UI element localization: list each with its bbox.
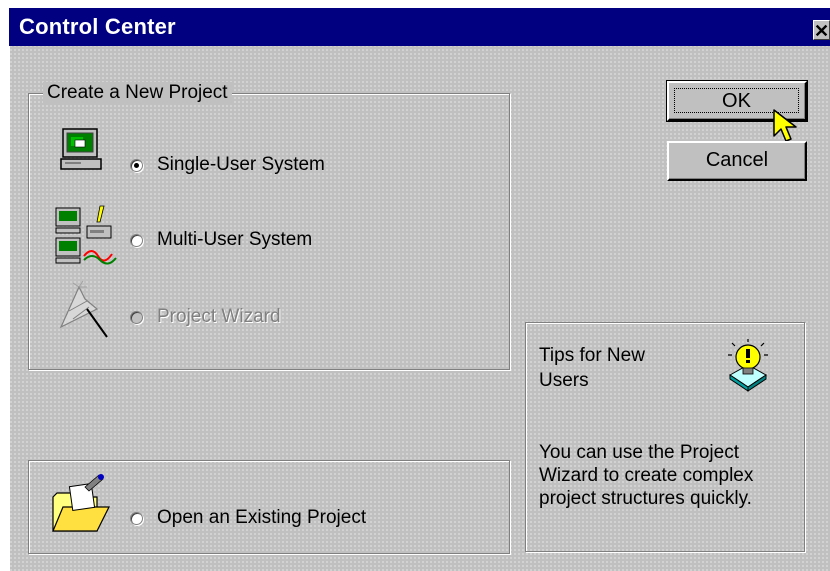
multi-user-radio[interactable]	[130, 233, 143, 247]
wizard-wand-icon	[59, 280, 108, 338]
open-project-group: Open an Existing Project	[28, 460, 510, 554]
close-button[interactable]: ✕	[813, 20, 830, 41]
lightbulb-icon	[728, 339, 768, 392]
window-title: Control Center	[19, 14, 176, 39]
computer-icon	[60, 128, 102, 170]
title-bar[interactable]: Control Center ✕	[9, 8, 830, 46]
project-wizard-radio	[130, 310, 143, 324]
single-user-radio[interactable]	[130, 158, 143, 172]
tips-title: Tips for New Users	[539, 345, 645, 391]
cancel-button[interactable]: Cancel	[667, 141, 807, 181]
ok-label: OK	[722, 90, 751, 112]
single-user-label: Single-User System	[157, 154, 325, 175]
close-icon: ✕	[814, 21, 830, 41]
option-multi-user[interactable]: Multi-User System	[130, 229, 312, 251]
option-open-existing[interactable]: Open an Existing Project	[130, 507, 366, 529]
open-existing-radio[interactable]	[130, 511, 143, 525]
multi-user-label: Multi-User System	[157, 229, 313, 250]
open-existing-label: Open an Existing Project	[157, 507, 367, 528]
create-project-legend: Create a New Project	[43, 82, 232, 104]
network-computers-icon	[55, 205, 117, 265]
tips-body: You can use the Project Wizard to create…	[539, 442, 754, 509]
create-project-group: Create a New Project Single-User System	[28, 82, 510, 370]
option-project-wizard: Project Wizard	[130, 306, 281, 328]
open-folder-icon	[52, 474, 110, 532]
option-single-user[interactable]: Single-User System	[130, 154, 325, 176]
tips-panel: Tips for New Users You can use the Proje…	[525, 322, 805, 552]
cancel-label: Cancel	[705, 149, 769, 171]
project-wizard-label: Project Wizard	[157, 306, 281, 327]
control-center-dialog: Control Center ✕ Create a New Project Si…	[9, 8, 830, 571]
